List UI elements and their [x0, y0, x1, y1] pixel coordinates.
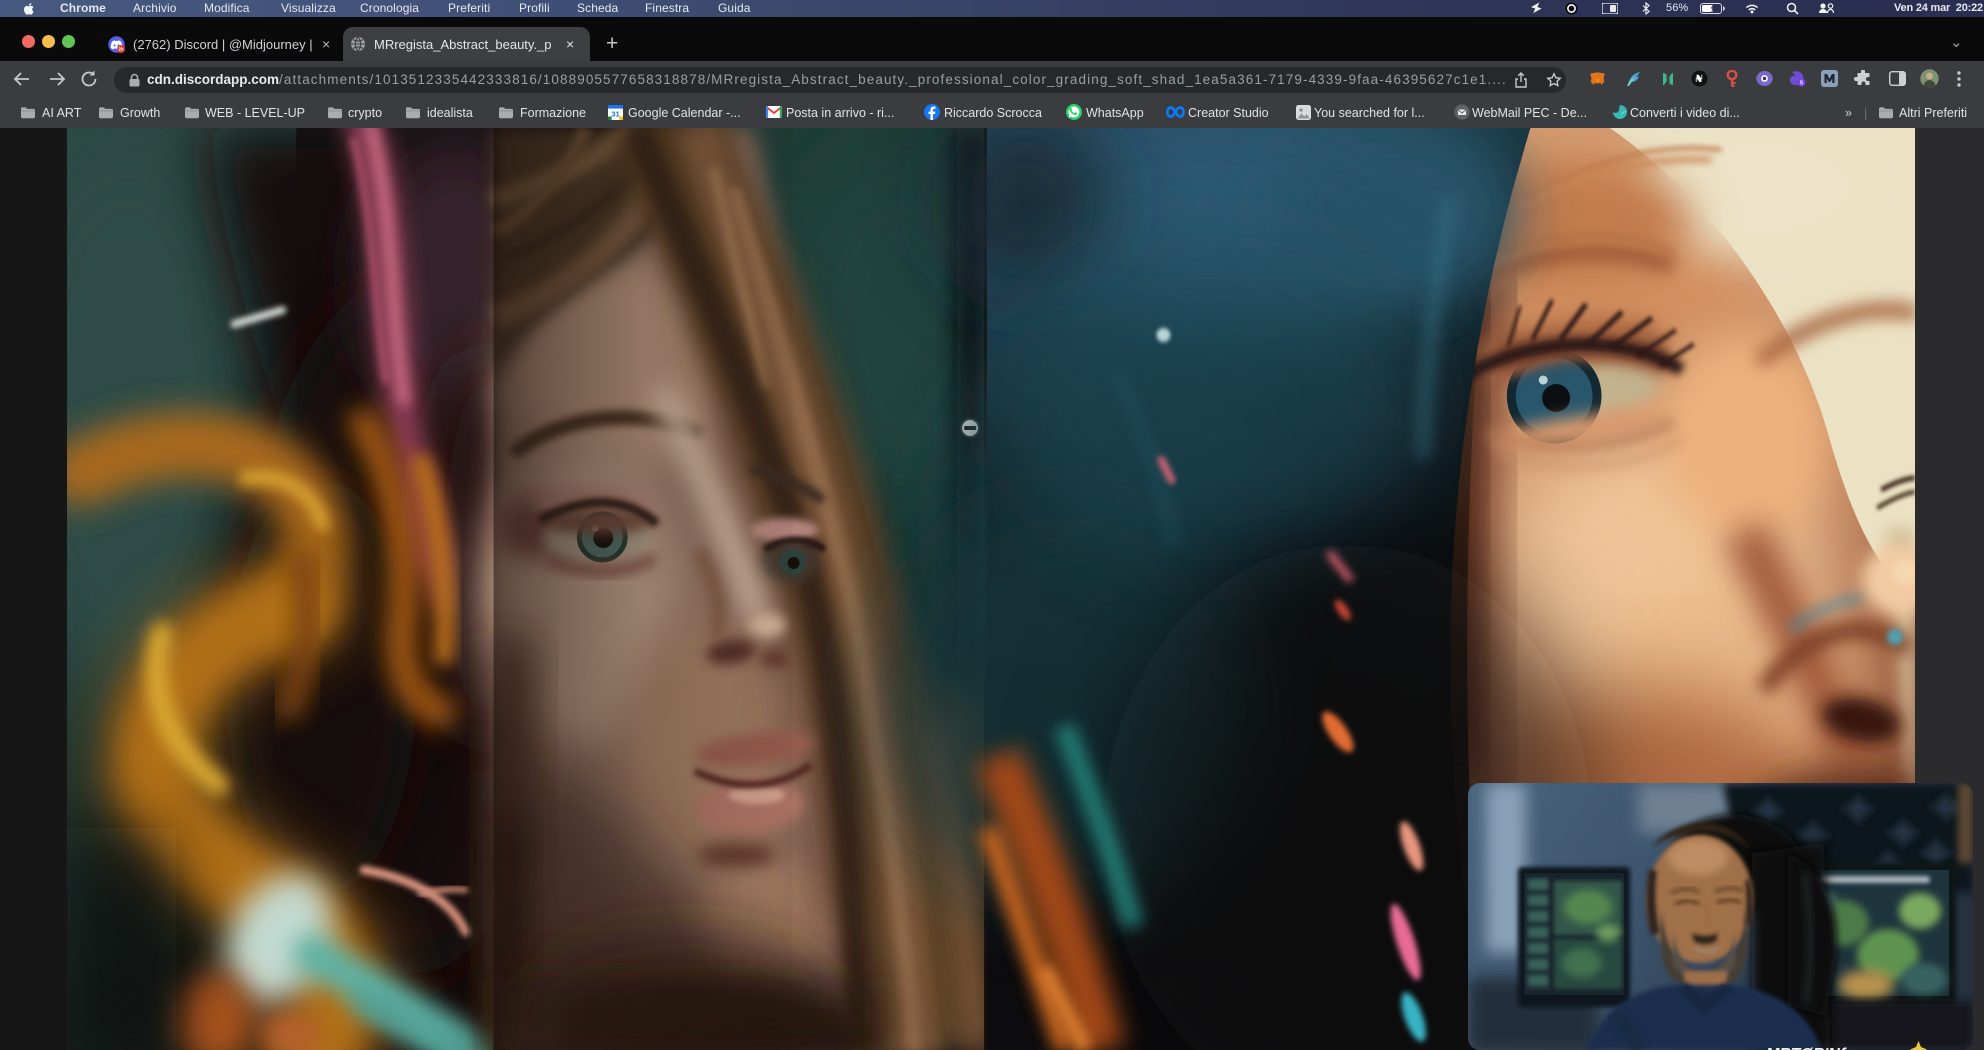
svg-text:31: 31 [611, 109, 619, 118]
svg-text:5: 5 [1800, 80, 1803, 86]
svg-text:MRTØRʹNʃ: MRTØRʹNʃ [1766, 1046, 1847, 1050]
svg-text:2k: 2k [118, 47, 124, 52]
